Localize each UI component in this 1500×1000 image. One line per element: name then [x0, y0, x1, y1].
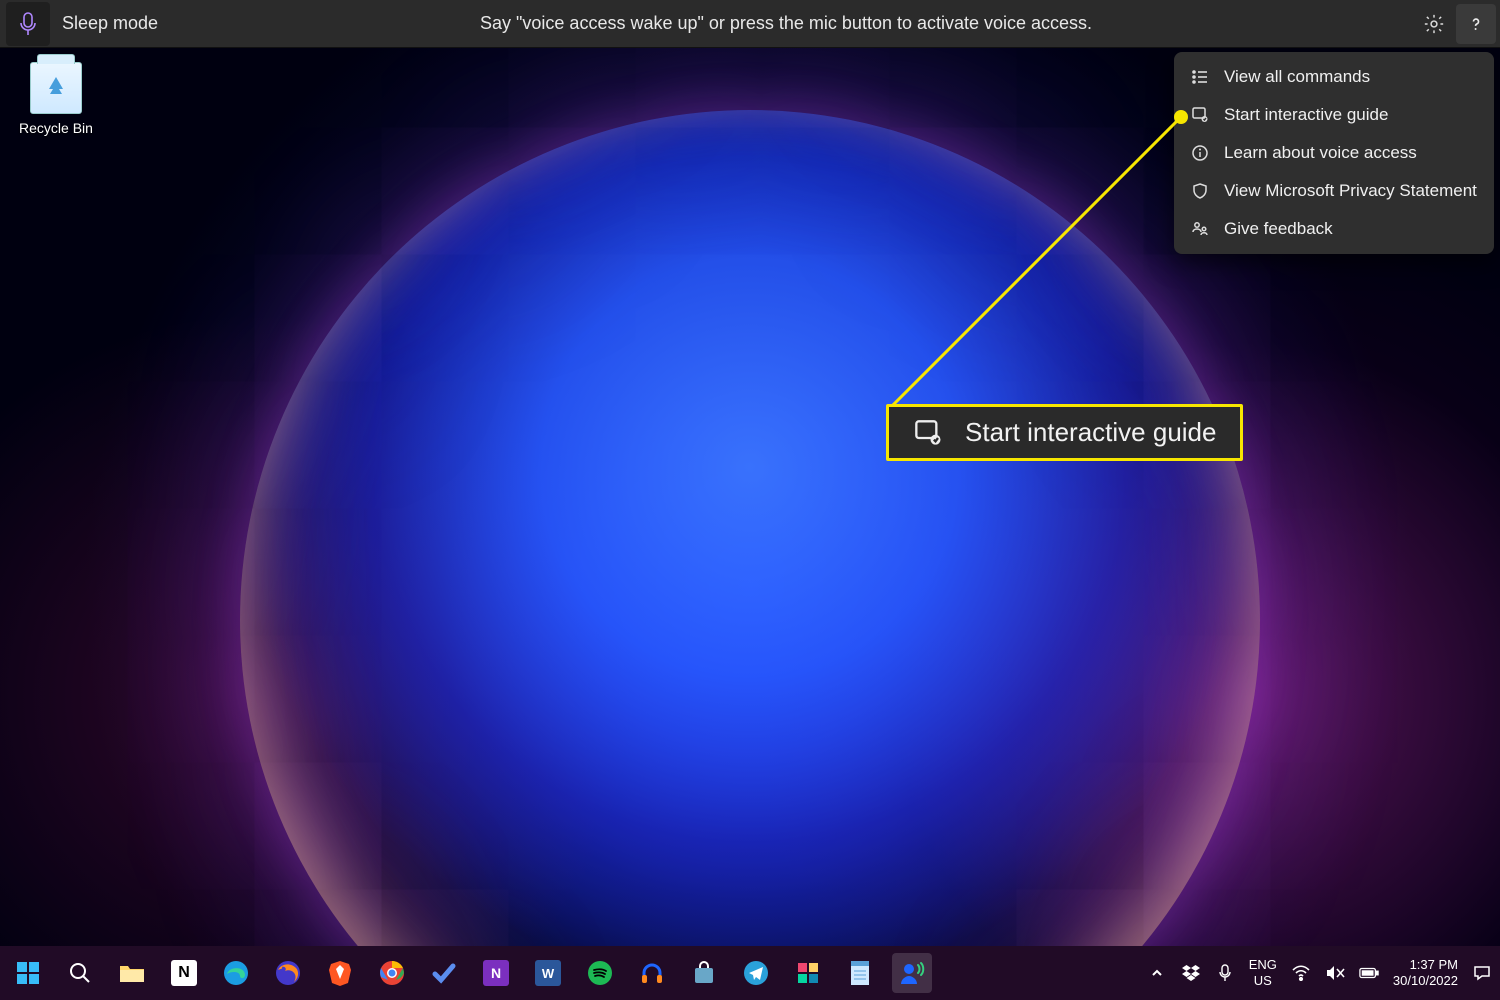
- taskbar-app-voice-access[interactable]: [892, 953, 932, 993]
- tray-clock[interactable]: 1:37 PM 30/10/2022: [1393, 957, 1458, 988]
- help-item-privacy[interactable]: View Microsoft Privacy Statement: [1174, 172, 1494, 210]
- grid-color-icon: [795, 960, 821, 986]
- folder-icon: [118, 962, 146, 984]
- taskbar-app-brave[interactable]: [320, 953, 360, 993]
- clock-time: 1:37 PM: [1393, 957, 1458, 973]
- lang-line1: ENG: [1249, 957, 1277, 973]
- check-icon: [431, 960, 457, 986]
- headphones-icon: [639, 960, 665, 986]
- tray-mic[interactable]: [1215, 963, 1235, 983]
- taskbar-app-notion[interactable]: N: [164, 953, 204, 993]
- taskbar-app-onenote[interactable]: N: [476, 953, 516, 993]
- taskbar-app-audacity[interactable]: [632, 953, 672, 993]
- voice-access-status: Sleep mode: [62, 13, 158, 34]
- recycle-bin-icon: [30, 62, 82, 114]
- lang-line2: US: [1249, 973, 1277, 989]
- brave-icon: [328, 959, 352, 987]
- battery-icon: [1359, 966, 1379, 980]
- spotify-icon: [587, 960, 613, 986]
- help-item-label: View all commands: [1224, 67, 1370, 87]
- help-item-view-commands[interactable]: View all commands: [1174, 58, 1494, 96]
- taskbar-app-powertoys[interactable]: [788, 953, 828, 993]
- windows-icon: [15, 960, 41, 986]
- help-item-interactive-guide[interactable]: Start interactive guide: [1174, 96, 1494, 134]
- settings-button[interactable]: [1414, 4, 1454, 44]
- taskbar-app-store[interactable]: [684, 953, 724, 993]
- help-item-label: Start interactive guide: [1224, 105, 1388, 125]
- firefox-icon: [275, 960, 301, 986]
- tray-overflow[interactable]: [1147, 963, 1167, 983]
- start-button[interactable]: [8, 953, 48, 993]
- taskbar-app-edge[interactable]: [216, 953, 256, 993]
- tray-notifications[interactable]: [1472, 963, 1492, 983]
- info-icon: [1190, 143, 1210, 163]
- bag-icon: [691, 960, 717, 986]
- wifi-icon: [1291, 965, 1311, 981]
- list-icon: [1190, 67, 1210, 87]
- callout-box: Start interactive guide: [886, 404, 1243, 461]
- recycle-bin-label: Recycle Bin: [19, 120, 93, 136]
- chat-icon: [1473, 964, 1491, 982]
- help-item-label: View Microsoft Privacy Statement: [1224, 181, 1477, 201]
- taskbar-app-chrome[interactable]: [372, 953, 412, 993]
- voice-access-hint: Say "voice access wake up" or press the …: [158, 13, 1414, 34]
- guide-icon: [1190, 105, 1210, 125]
- help-item-feedback[interactable]: Give feedback: [1174, 210, 1494, 248]
- taskbar: N N W: [0, 946, 1500, 1000]
- volume-mute-icon: [1325, 964, 1345, 982]
- clock-date: 30/10/2022: [1393, 973, 1458, 989]
- mic-button[interactable]: [6, 2, 50, 46]
- shield-icon: [1190, 181, 1210, 201]
- taskbar-app-word[interactable]: W: [528, 953, 568, 993]
- tray-volume[interactable]: [1325, 963, 1345, 983]
- edge-icon: [223, 960, 249, 986]
- tray-battery[interactable]: [1359, 963, 1379, 983]
- callout-label: Start interactive guide: [965, 417, 1216, 448]
- help-icon: [1466, 14, 1486, 34]
- notepad-icon: [848, 959, 872, 987]
- voice-access-bar: Sleep mode Say "voice access wake up" or…: [0, 0, 1500, 48]
- recycle-bin[interactable]: Recycle Bin: [14, 62, 98, 136]
- taskbar-app-spotify[interactable]: [580, 953, 620, 993]
- taskbar-app-firefox[interactable]: [268, 953, 308, 993]
- guide-icon: [913, 418, 943, 448]
- taskbar-app-todo[interactable]: [424, 953, 464, 993]
- onenote-icon: N: [483, 960, 509, 986]
- recycle-icon: [41, 74, 71, 102]
- chrome-icon: [379, 960, 405, 986]
- taskbar-app-notepad[interactable]: [840, 953, 880, 993]
- tray-wifi[interactable]: [1291, 963, 1311, 983]
- microphone-icon: [18, 12, 38, 36]
- search-icon: [68, 961, 92, 985]
- microphone-icon: [1218, 964, 1232, 982]
- taskbar-file-explorer[interactable]: [112, 953, 152, 993]
- help-button[interactable]: [1456, 4, 1496, 44]
- callout-dot: [1174, 110, 1188, 124]
- search-button[interactable]: [60, 953, 100, 993]
- notion-icon: N: [171, 960, 197, 986]
- help-menu: View all commands Start interactive guid…: [1174, 52, 1494, 254]
- feedback-icon: [1190, 219, 1210, 239]
- taskbar-app-telegram[interactable]: [736, 953, 776, 993]
- chevron-up-icon: [1150, 966, 1164, 980]
- person-voice-icon: [898, 959, 926, 987]
- desktop[interactable]: Recycle Bin View all commands Sta: [0, 48, 1500, 946]
- tray-dropbox[interactable]: [1181, 963, 1201, 983]
- telegram-icon: [743, 960, 769, 986]
- dropbox-icon: [1182, 965, 1200, 981]
- help-item-label: Learn about voice access: [1224, 143, 1417, 163]
- word-icon: W: [535, 960, 561, 986]
- gear-icon: [1423, 13, 1445, 35]
- help-item-label: Give feedback: [1224, 219, 1333, 239]
- tray-language[interactable]: ENG US: [1249, 957, 1277, 988]
- help-item-learn[interactable]: Learn about voice access: [1174, 134, 1494, 172]
